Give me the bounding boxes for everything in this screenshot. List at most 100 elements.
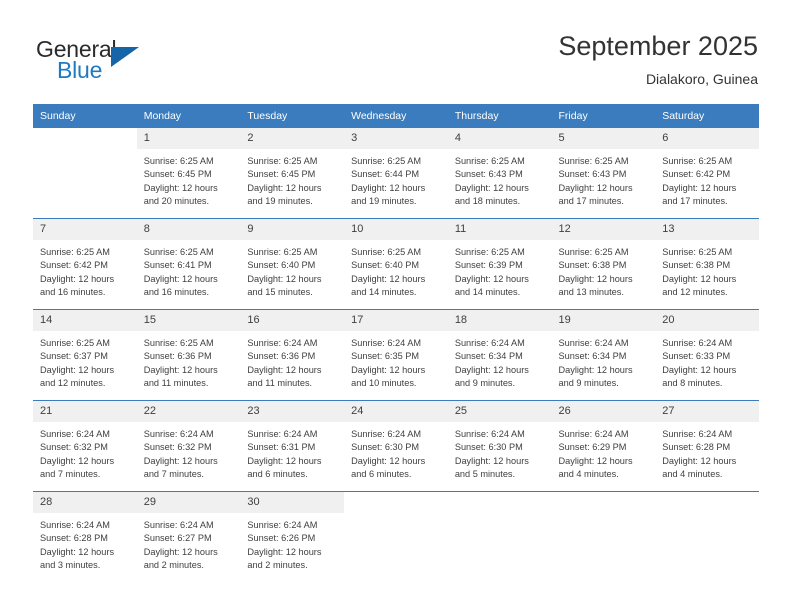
day-details: Sunrise: 6:24 AM Sunset: 6:35 PM Daylight:…: [344, 331, 448, 391]
calendar-day-cell[interactable]: 30 Sunrise: 6:24 AM Sunset: 6:26 PM Dayligh…: [240, 491, 345, 582]
day-details: Sunrise: 6:24 AM Sunset: 6:30 PM Daylight:…: [448, 422, 552, 482]
sunset-text: Sunset: 6:27 PM: [143, 533, 212, 544]
day-details: Sunrise: 6:25 AM Sunset: 6:42 PM Daylight:…: [33, 240, 137, 300]
day-number: 11: [447, 219, 552, 240]
day-number: 9: [240, 219, 345, 240]
weekday-header-saturday: Saturday: [655, 104, 759, 128]
day-number: 17: [344, 310, 448, 331]
daylight-text-line1: Daylight: 12 hours: [351, 455, 426, 466]
day-number: 2: [240, 128, 345, 149]
sunrise-text: Sunrise: 6:25 AM: [40, 338, 110, 348]
calendar-week-row: 21 Sunrise: 6:24 AM Sunset: 6:32 PM Dayligh…: [33, 400, 759, 492]
daylight-text-line2: and 19 minutes.: [247, 196, 313, 207]
daylight-text-line1: Daylight: 12 hours: [247, 546, 322, 557]
daylight-text-line2: and 6 minutes.: [351, 469, 412, 480]
sunrise-text: Sunrise: 6:25 AM: [143, 156, 214, 166]
sunrise-text: Sunrise: 6:25 AM: [454, 247, 525, 257]
daylight-text-line1: Daylight: 12 hours: [454, 364, 529, 375]
calendar-day-cell[interactable]: 29 Sunrise: 6:24 AM Sunset: 6:27 PM Dayligh…: [136, 491, 241, 582]
daylight-text-line2: and 19 minutes.: [351, 196, 417, 207]
calendar-day-cell[interactable]: 1 Sunrise: 6:25 AM Sunset: 6:45 PM Daylight…: [136, 128, 241, 219]
calendar-day-cell[interactable]: 8 Sunrise: 6:25 AM Sunset: 6:41 PM Daylight…: [136, 218, 241, 310]
calendar-day-cell[interactable]: 14 Sunrise: 6:25 AM Sunset: 6:37 PM Dayligh…: [33, 309, 137, 401]
calendar-day-cell[interactable]: 2 Sunrise: 6:25 AM Sunset: 6:45 PM Daylight…: [240, 128, 345, 219]
calendar-day-cell[interactable]: 17 Sunrise: 6:24 AM Sunset: 6:35 PM Dayligh…: [344, 309, 448, 401]
daylight-text-line1: Daylight: 12 hours: [351, 182, 426, 193]
calendar-day-cell[interactable]: 24 Sunrise: 6:24 AM Sunset: 6:30 PM Dayligh…: [344, 400, 448, 492]
day-details: Sunrise: 6:24 AM Sunset: 6:34 PM Daylight:…: [552, 331, 656, 391]
calendar-day-cell[interactable]: 4 Sunrise: 6:25 AM Sunset: 6:43 PM Daylight…: [447, 128, 552, 219]
daylight-text-line1: Daylight: 12 hours: [247, 273, 322, 284]
sunset-text: Sunset: 6:43 PM: [454, 169, 523, 180]
calendar-day-cell[interactable]: 3 Sunrise: 6:25 AM Sunset: 6:44 PM Daylight…: [344, 128, 448, 219]
calendar-day-cell[interactable]: 15 Sunrise: 6:25 AM Sunset: 6:36 PM Dayligh…: [136, 309, 241, 401]
daylight-text-line2: and 8 minutes.: [662, 378, 723, 389]
sunrise-text: Sunrise: 6:24 AM: [143, 429, 214, 439]
calendar-day-cell[interactable]: 16 Sunrise: 6:24 AM Sunset: 6:36 PM Dayligh…: [240, 309, 345, 401]
calendar-day-cell[interactable]: 10 Sunrise: 6:25 AM Sunset: 6:40 PM Dayligh…: [344, 218, 448, 310]
sunrise-text: Sunrise: 6:25 AM: [351, 247, 422, 257]
calendar-day-cell[interactable]: 22 Sunrise: 6:24 AM Sunset: 6:32 PM Dayligh…: [136, 400, 241, 492]
calendar-cell-empty: [655, 491, 759, 582]
calendar-cell-empty: [344, 491, 448, 582]
daylight-text-line2: and 4 minutes.: [558, 469, 619, 480]
day-number: 26: [551, 401, 656, 422]
brand-logo[interactable]: General Blue: [36, 36, 236, 92]
calendar-day-cell[interactable]: 9 Sunrise: 6:25 AM Sunset: 6:40 PM Daylight…: [240, 218, 345, 310]
calendar-day-cell[interactable]: 25 Sunrise: 6:24 AM Sunset: 6:30 PM Dayligh…: [447, 400, 552, 492]
weekday-header-friday: Friday: [551, 104, 656, 128]
calendar-day-cell[interactable]: 21 Sunrise: 6:24 AM Sunset: 6:32 PM Dayligh…: [33, 400, 137, 492]
day-details: Sunrise: 6:24 AM Sunset: 6:27 PM Daylight:…: [137, 513, 241, 573]
calendar-day-cell[interactable]: 13 Sunrise: 6:25 AM Sunset: 6:38 PM Dayligh…: [655, 218, 759, 310]
calendar-day-cell[interactable]: 7 Sunrise: 6:25 AM Sunset: 6:42 PM Daylight…: [33, 218, 137, 310]
day-number: 10: [344, 219, 448, 240]
day-details: Sunrise: 6:25 AM Sunset: 6:39 PM Daylight:…: [448, 240, 552, 300]
calendar-day-cell[interactable]: 28 Sunrise: 6:24 AM Sunset: 6:28 PM Dayligh…: [33, 491, 137, 582]
daylight-text-line1: Daylight: 12 hours: [558, 455, 633, 466]
daylight-text-line2: and 4 minutes.: [662, 469, 723, 480]
calendar-day-cell[interactable]: 19 Sunrise: 6:24 AM Sunset: 6:34 PM Dayligh…: [551, 309, 656, 401]
calendar-day-cell[interactable]: 5 Sunrise: 6:25 AM Sunset: 6:43 PM Daylight…: [551, 128, 656, 219]
calendar-day-cell[interactable]: 27 Sunrise: 6:24 AM Sunset: 6:28 PM Dayligh…: [655, 400, 759, 492]
daylight-text-line1: Daylight: 12 hours: [143, 182, 218, 193]
sunset-text: Sunset: 6:45 PM: [143, 169, 212, 180]
daylight-text-line2: and 14 minutes.: [351, 287, 417, 298]
calendar-day-cell[interactable]: 20 Sunrise: 6:24 AM Sunset: 6:33 PM Dayligh…: [655, 309, 759, 401]
calendar-day-cell[interactable]: 6 Sunrise: 6:25 AM Sunset: 6:42 PM Daylight…: [655, 128, 759, 219]
daylight-text-line1: Daylight: 12 hours: [662, 364, 737, 375]
calendar-header-row: Sunday Monday Tuesday Wednesday Thursday…: [33, 104, 759, 128]
calendar-cell-empty: [551, 491, 656, 582]
daylight-text-line1: Daylight: 12 hours: [558, 273, 633, 284]
day-number: 22: [136, 401, 241, 422]
sunrise-text: Sunrise: 6:24 AM: [558, 429, 629, 439]
sunset-text: Sunset: 6:44 PM: [351, 169, 420, 180]
daylight-text-line2: and 20 minutes.: [143, 196, 210, 207]
calendar-day-cell[interactable]: 11 Sunrise: 6:25 AM Sunset: 6:39 PM Dayligh…: [447, 218, 552, 310]
calendar-day-cell[interactable]: 18 Sunrise: 6:24 AM Sunset: 6:34 PM Dayligh…: [447, 309, 552, 401]
sunrise-text: Sunrise: 6:24 AM: [454, 429, 525, 439]
day-number: 24: [344, 401, 448, 422]
calendar-day-cell[interactable]: 26 Sunrise: 6:24 AM Sunset: 6:29 PM Dayligh…: [551, 400, 656, 492]
sunset-text: Sunset: 6:31 PM: [247, 442, 316, 453]
daylight-text-line2: and 14 minutes.: [454, 287, 521, 298]
day-number: 7: [33, 219, 137, 240]
calendar-day-cell[interactable]: 23 Sunrise: 6:24 AM Sunset: 6:31 PM Dayligh…: [240, 400, 345, 492]
daylight-text-line1: Daylight: 12 hours: [247, 182, 322, 193]
sunset-text: Sunset: 6:29 PM: [558, 442, 627, 453]
sunrise-text: Sunrise: 6:24 AM: [351, 338, 422, 348]
sunrise-text: Sunrise: 6:25 AM: [558, 156, 629, 166]
sunrise-text: Sunrise: 6:24 AM: [247, 429, 318, 439]
day-number: 28: [33, 492, 137, 513]
calendar-week-row: 1 Sunrise: 6:25 AM Sunset: 6:45 PM Daylight…: [33, 128, 759, 219]
daylight-text-line1: Daylight: 12 hours: [143, 455, 218, 466]
day-number: [551, 492, 656, 513]
daylight-text-line1: Daylight: 12 hours: [454, 273, 529, 284]
day-details: Sunrise: 6:24 AM Sunset: 6:34 PM Daylight:…: [448, 331, 552, 391]
daylight-text-line2: and 7 minutes.: [143, 469, 204, 480]
day-number: 13: [655, 219, 759, 240]
day-details: Sunrise: 6:25 AM Sunset: 6:41 PM Daylight:…: [137, 240, 241, 300]
daylight-text-line2: and 11 minutes.: [247, 378, 313, 389]
day-details: Sunrise: 6:25 AM Sunset: 6:42 PM Daylight:…: [655, 149, 759, 209]
sunset-text: Sunset: 6:45 PM: [247, 169, 316, 180]
calendar-day-cell[interactable]: 12 Sunrise: 6:25 AM Sunset: 6:38 PM Dayligh…: [551, 218, 656, 310]
